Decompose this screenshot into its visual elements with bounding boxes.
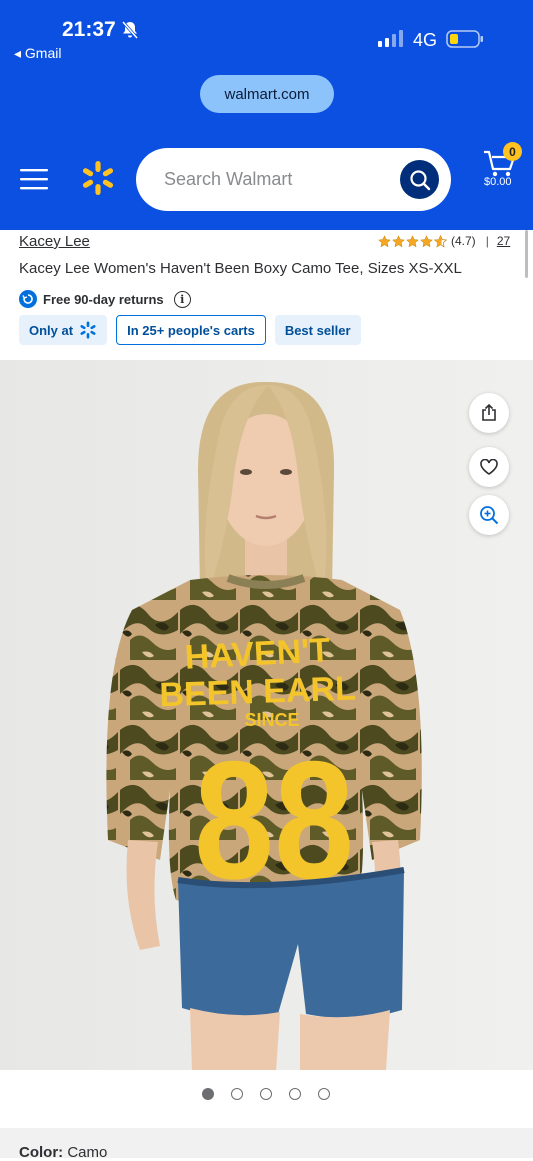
scrollbar[interactable] — [525, 230, 528, 278]
url-bar[interactable]: walmart.com — [200, 75, 334, 113]
product-image[interactable]: HAVEN'T BEEN EARL SINCE 88 — [0, 360, 533, 1070]
signal-icon — [378, 30, 403, 47]
returns-label: Free 90-day returns — [43, 291, 164, 307]
star-icon — [378, 234, 391, 247]
cart-total: $0.00 — [484, 176, 512, 188]
carts-badge: In 25+ people's carts — [116, 315, 266, 345]
search-input[interactable]: Search Walmart — [164, 169, 292, 190]
search-button[interactable] — [400, 160, 439, 199]
half-star-icon — [434, 234, 447, 247]
battery-icon — [446, 30, 483, 48]
badge-row: Only at In 25+ people's carts Best selle… — [19, 315, 361, 345]
color-selector-label: Color: Camo — [19, 1144, 107, 1161]
rating-stars — [378, 234, 447, 248]
rating-separator: | — [485, 234, 489, 248]
star-icon — [392, 234, 405, 247]
badge-label: Only at — [29, 322, 74, 338]
cart-count-badge: 0 — [503, 142, 522, 161]
model-wearing-tee-image: HAVEN'T BEEN EARL SINCE 88 — [0, 360, 533, 1070]
heart-icon — [480, 459, 498, 475]
back-to-gmail[interactable]: ◂ Gmail — [14, 45, 61, 62]
returns-info: Free 90-day returns i — [19, 289, 191, 309]
shirt-text-line1: HAVEN'T — [184, 631, 331, 677]
spark-icon — [80, 321, 96, 339]
badge-label: In 25+ people's carts — [127, 322, 255, 338]
app-header: 21:37 ◂ Gmail 4G walmart.com Search Walm… — [0, 0, 533, 230]
only-at-walmart-badge: Only at — [19, 315, 108, 345]
search-bar[interactable]: Search Walmart — [136, 148, 451, 211]
carousel-dot[interactable] — [202, 1088, 214, 1100]
carousel-dot[interactable] — [318, 1088, 330, 1100]
carousel-dot[interactable] — [289, 1088, 301, 1100]
review-count-link[interactable]: 27 — [497, 234, 510, 248]
color-label: Color: — [19, 1144, 64, 1161]
network-type: 4G — [413, 30, 438, 50]
status-bar: 21:37 ◂ Gmail 4G — [0, 0, 533, 70]
walmart-spark-logo[interactable] — [80, 160, 116, 196]
returns-icon — [19, 290, 37, 308]
carousel-dot[interactable] — [231, 1088, 243, 1100]
share-icon — [482, 404, 496, 421]
search-icon — [409, 169, 430, 190]
menu-icon[interactable] — [20, 167, 48, 191]
share-button[interactable] — [469, 393, 509, 433]
product-title: Kacey Lee Women's Haven't Been Boxy Camo… — [19, 260, 462, 277]
shirt-text-line2: BEEN EARL — [159, 670, 357, 715]
badge-label: Best seller — [284, 322, 351, 338]
star-icon — [420, 234, 433, 247]
zoom-button[interactable] — [469, 495, 509, 535]
brand-link[interactable]: Kacey Lee — [19, 233, 90, 250]
carousel-dot[interactable] — [260, 1088, 272, 1100]
silent-bell-icon — [121, 21, 139, 39]
rating-value: (4.7) — [451, 234, 476, 248]
rating-summary[interactable]: (4.7) | 27 — [378, 232, 510, 250]
url-text: walmart.com — [224, 85, 310, 103]
star-icon — [406, 234, 419, 247]
info-icon[interactable]: i — [173, 290, 191, 308]
status-time: 21:37 — [62, 18, 116, 41]
zoom-in-icon — [480, 506, 499, 525]
color-value: Camo — [67, 1144, 108, 1161]
favorite-button[interactable] — [469, 447, 509, 487]
best-seller-badge: Best seller — [274, 315, 361, 345]
image-carousel-dots — [202, 1088, 330, 1100]
